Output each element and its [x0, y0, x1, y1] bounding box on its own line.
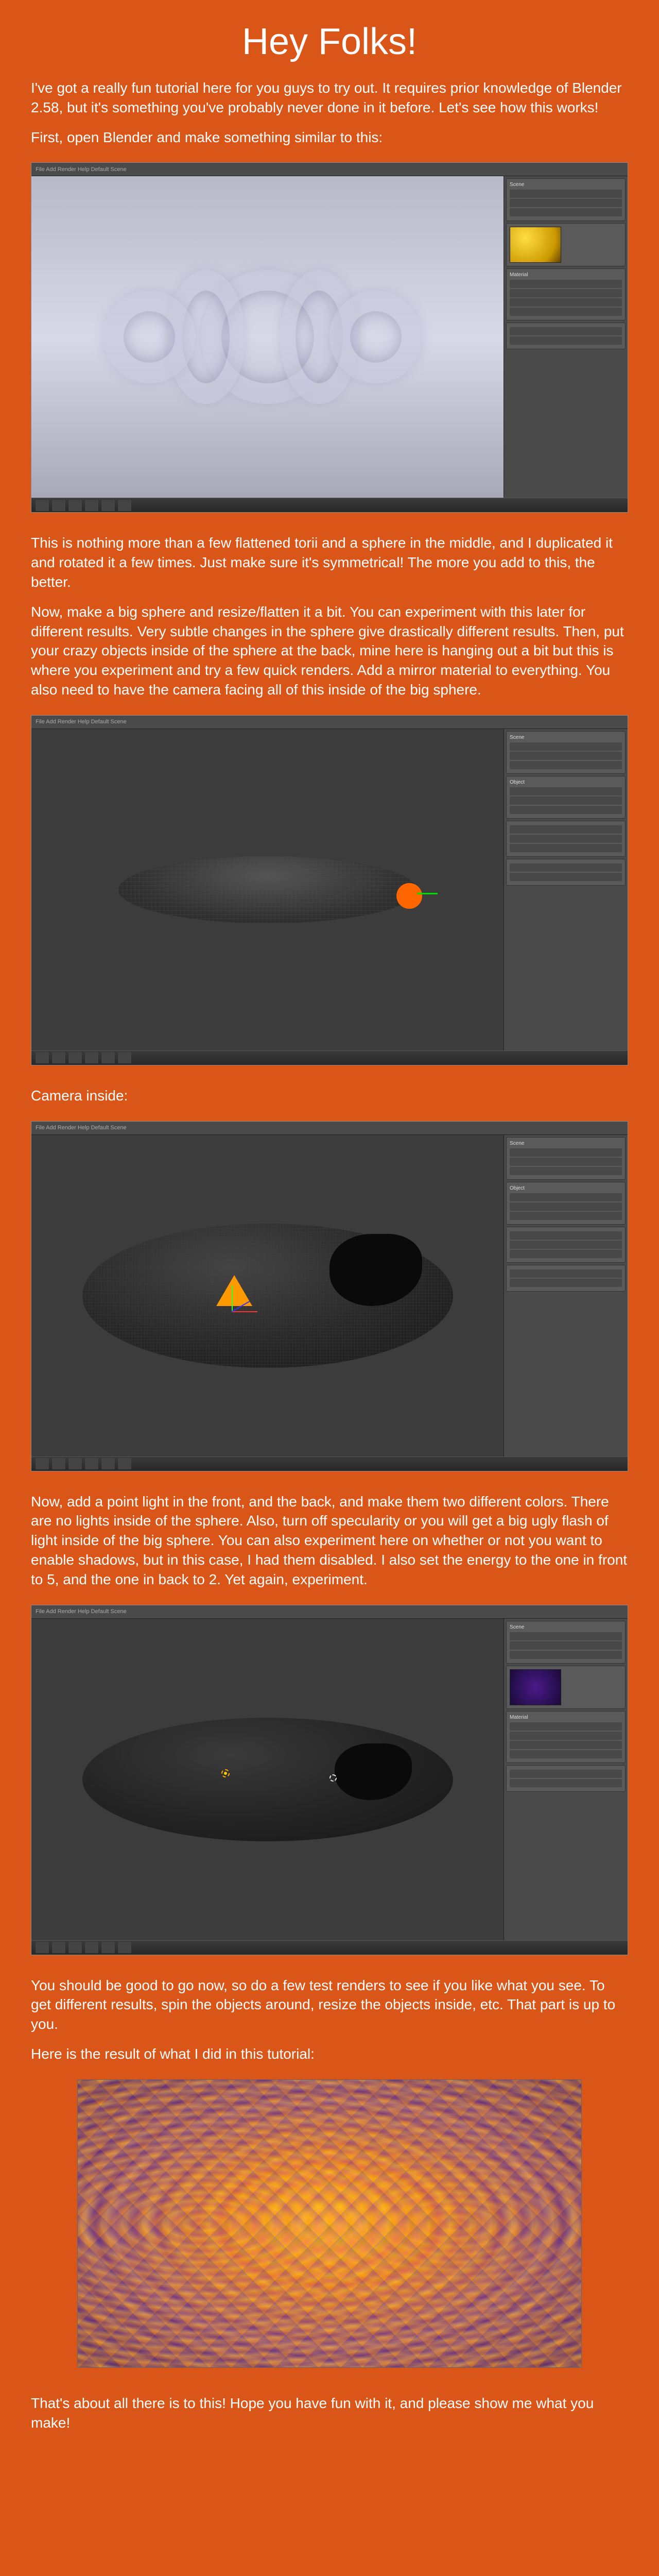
- screenshot-4-lights: File Add Render Help Default Scene Scene: [31, 1605, 628, 1955]
- gizmo-arrow-icon: [417, 893, 438, 894]
- paragraph-4: Now, add a point light in the front, and…: [31, 1492, 628, 1589]
- dark-objects: [330, 1234, 422, 1306]
- side-panel: Scene Material: [504, 1619, 628, 1940]
- outro-paragraph: That's about all there is to this! Hope …: [31, 2394, 628, 2433]
- side-panel: Scene Material: [504, 176, 628, 498]
- orange-object: [396, 883, 422, 909]
- point-light-back-icon: [330, 1774, 337, 1782]
- flattened-sphere: [118, 856, 417, 923]
- panel-object: Object: [510, 779, 622, 785]
- paragraph-3: Now, make a big sphere and resize/flatte…: [31, 602, 628, 700]
- taskbar: [31, 498, 628, 512]
- viewport-4: [31, 1619, 504, 1940]
- side-panel: Scene Object: [504, 1135, 628, 1456]
- side-panel: Scene Object: [504, 729, 628, 1050]
- blender-topbar: File Add Render Help Default Scene: [31, 163, 628, 176]
- camera-icon: [216, 1275, 252, 1306]
- taskbar: [31, 1940, 628, 1955]
- screenshot-1-torii: File Add Render Help Default Scene Scene: [31, 162, 628, 513]
- panel-material: Material: [510, 272, 622, 278]
- sphere-interior: [82, 1224, 453, 1368]
- screenshot-3-camera-inside: File Add Render Help Default Scene Scene: [31, 1121, 628, 1471]
- viewport-1: [31, 176, 504, 498]
- viewport-3: [31, 1135, 504, 1456]
- intro-paragraph-1: I've got a really fun tutorial here for …: [31, 78, 628, 117]
- paragraph-5: You should be good to go now, so do a fe…: [31, 1976, 628, 2034]
- material-preview-purple: [510, 1669, 561, 1705]
- light-dot-icon: [224, 1772, 227, 1775]
- taskbar: [31, 1050, 628, 1065]
- panel-scene: Scene: [510, 1141, 622, 1146]
- paragraph-2: This is nothing more than a few flattene…: [31, 533, 628, 591]
- dark-objects: [335, 1743, 412, 1800]
- panel-scene: Scene: [510, 1624, 622, 1630]
- result-render: [77, 2079, 582, 2368]
- taskbar: [31, 1456, 628, 1471]
- page-title: Hey Folks!: [31, 21, 628, 63]
- camera-caption: Camera inside:: [31, 1086, 628, 1106]
- panel-material: Material: [510, 1715, 622, 1720]
- panel-object: Object: [510, 1185, 622, 1191]
- intro-paragraph-2: First, open Blender and make something s…: [31, 128, 628, 147]
- blender-topbar: File Add Render Help Default Scene: [31, 1122, 628, 1135]
- torii-objects: [113, 260, 422, 414]
- panel-scene: Scene: [510, 735, 622, 740]
- blender-topbar: File Add Render Help Default Scene: [31, 716, 628, 729]
- panel-scene: Scene: [510, 182, 622, 188]
- screenshot-2-flat-sphere: File Add Render Help Default Scene Scene…: [31, 715, 628, 1065]
- blender-topbar: File Add Render Help Default Scene: [31, 1605, 628, 1619]
- paragraph-6: Here is the result of what I did in this…: [31, 2044, 628, 2064]
- material-preview-yellow: [510, 227, 561, 263]
- sphere-with-lights: [82, 1718, 453, 1841]
- viewport-2: [31, 729, 504, 1050]
